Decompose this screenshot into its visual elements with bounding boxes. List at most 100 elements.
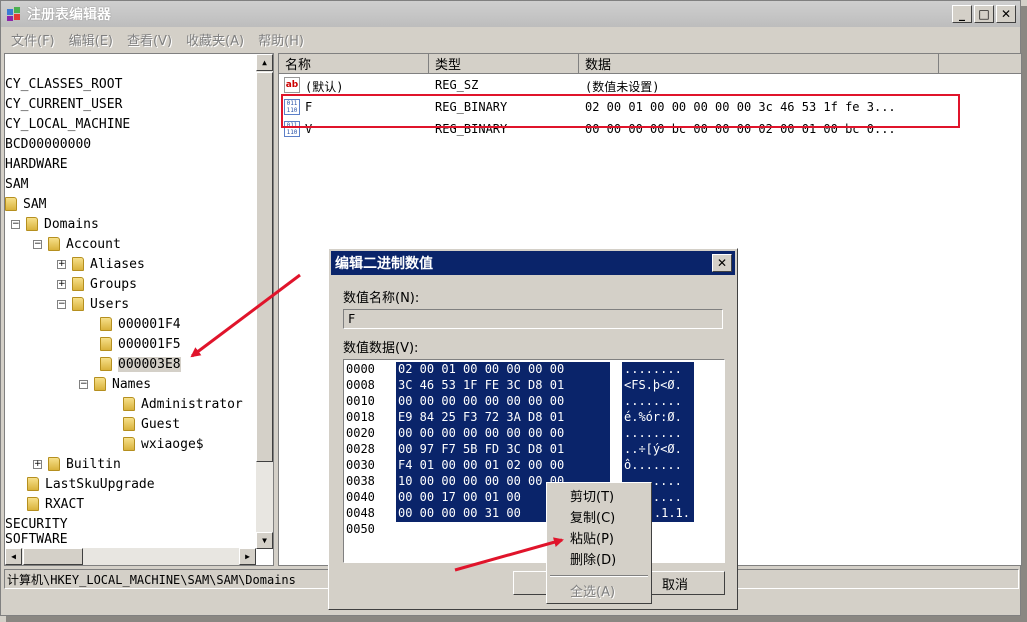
tree-item[interactable]: SAM [5, 194, 46, 214]
close-icon: ✕ [716, 256, 728, 270]
hex-bytes[interactable]: 00 00 00 00 00 00 00 00 [396, 426, 610, 442]
tree-item[interactable]: + Builtin [33, 454, 121, 474]
tree-item-selected[interactable]: 000003E8 [100, 354, 181, 374]
dialog-close-button[interactable]: ✕ [712, 254, 732, 272]
hex-ascii[interactable]: ô....... [622, 458, 694, 474]
tree-item[interactable]: − Users [57, 294, 129, 314]
folder-icon [27, 477, 39, 491]
hex-ascii[interactable]: ..÷[ý<Ø. [622, 442, 694, 458]
menu-item-delete[interactable]: 删除(D) [549, 548, 649, 569]
maximize-button[interactable]: □ [974, 5, 994, 23]
tree-item[interactable]: Administrator [123, 394, 243, 414]
menu-item-copy[interactable]: 复制(C) [549, 506, 649, 527]
menu-item-paste[interactable]: 粘贴(P) [549, 527, 649, 548]
tree-item[interactable]: + Groups [57, 274, 137, 294]
hex-ascii[interactable]: ........ [622, 362, 694, 378]
folder-icon [26, 217, 38, 231]
tree-item[interactable]: − Account [33, 234, 121, 254]
tree-item[interactable]: RXACT [27, 494, 84, 514]
menu-view[interactable]: 查看(V) [121, 30, 180, 49]
hex-editor[interactable]: 0000 02 00 01 00 00 00 00 00 ........ 00… [343, 359, 725, 563]
folder-icon [72, 297, 84, 311]
folder-icon [100, 357, 112, 371]
hex-offset: 0040 [346, 490, 375, 504]
registry-app-icon [5, 5, 23, 23]
column-header-name[interactable]: 名称 [279, 54, 429, 74]
tree-item[interactable]: 000001F5 [100, 334, 181, 354]
hex-offset: 0010 [346, 394, 375, 408]
collapse-icon[interactable]: − [57, 299, 66, 309]
menu-bar: 文件(F) 编辑(E) 查看(V) 收藏夹(A) 帮助(H) [1, 28, 1020, 50]
menu-item-select-all[interactable]: 全选(A) [549, 580, 649, 601]
edit-binary-dialog: 编辑二进制数值 ✕ 数值名称(N): F 数值数据(V): 0000 02 00… [328, 248, 738, 610]
scroll-thumb[interactable] [23, 548, 83, 565]
collapse-icon[interactable]: − [33, 239, 42, 249]
hex-bytes[interactable]: 3C 46 53 1F FE 3C D8 01 [396, 378, 610, 394]
hex-bytes[interactable]: F4 01 00 00 01 02 00 00 [396, 458, 610, 474]
scroll-thumb[interactable] [256, 72, 273, 462]
close-button[interactable]: ✕ [996, 5, 1016, 23]
hex-offset: 0008 [346, 378, 375, 392]
hex-bytes[interactable]: 02 00 01 00 00 00 00 00 [396, 362, 610, 378]
value-name: (默认) [305, 80, 344, 94]
hex-bytes[interactable]: 00 00 00 00 00 00 00 00 [396, 394, 610, 410]
annotation-highlight-box [281, 94, 960, 128]
tree-item[interactable]: wxiaoge$ [123, 434, 204, 454]
hex-ascii[interactable]: <FS.þ<Ø. [622, 378, 694, 394]
list-row[interactable]: ab (默认) REG_SZ (数值未设置) [279, 75, 1021, 95]
tree-item[interactable]: − Names [79, 374, 151, 394]
menu-edit[interactable]: 编辑(E) [63, 30, 121, 49]
menu-favorites[interactable]: 收藏夹(A) [180, 30, 252, 49]
tree-item[interactable]: − Domains [11, 214, 99, 234]
scroll-up-button[interactable]: ▲ [256, 54, 273, 71]
key-tree-pane[interactable]: CY_CLASSES_ROOT CY_CURRENT_USER CY_LOCAL… [4, 53, 274, 566]
title-bar[interactable]: 注册表编辑器 _ □ ✕ [1, 1, 1020, 27]
tree-item[interactable]: 000001F4 [100, 314, 181, 334]
menu-file[interactable]: 文件(F) [5, 30, 63, 49]
expand-icon[interactable]: + [57, 279, 66, 289]
scroll-left-button[interactable]: ◀ [5, 548, 22, 565]
column-header-data[interactable]: 数据 [579, 54, 939, 74]
collapse-icon[interactable]: − [11, 219, 20, 229]
column-header-type[interactable]: 类型 [429, 54, 579, 74]
hex-bytes[interactable]: E9 84 25 F3 72 3A D8 01 [396, 410, 610, 426]
dialog-title-bar[interactable]: 编辑二进制数值 ✕ [331, 251, 735, 275]
scroll-right-button[interactable]: ▶ [239, 548, 256, 565]
tree-item[interactable]: CY_CLASSES_ROOT [5, 74, 122, 94]
window-title: 注册表编辑器 [27, 7, 111, 23]
folder-icon [94, 377, 106, 391]
minimize-button[interactable]: _ [952, 5, 972, 23]
hex-offset: 0038 [346, 474, 375, 488]
folder-icon [48, 237, 60, 251]
tree-item[interactable]: HARDWARE [5, 154, 68, 174]
menu-item-cut[interactable]: 剪切(T) [549, 485, 649, 506]
collapse-icon[interactable]: − [79, 379, 88, 389]
tree-item[interactable]: BCD00000000 [5, 134, 91, 154]
hex-ascii[interactable]: é.%ór:Ø. [622, 410, 694, 426]
arrow-up-icon: ▲ [262, 58, 267, 67]
tree-item[interactable]: CY_LOCAL_MACHINE [5, 114, 130, 134]
arrow-down-icon: ▼ [262, 536, 267, 545]
tree-item[interactable]: LastSkuUpgrade [27, 474, 155, 494]
tree-item[interactable]: SOFTWARE [5, 532, 68, 546]
folder-icon [123, 417, 135, 431]
caption-buttons: _ □ ✕ [952, 5, 1016, 23]
hex-bytes[interactable]: 00 97 F7 5B FD 3C D8 01 [396, 442, 610, 458]
hex-ascii[interactable]: ........ [622, 426, 694, 442]
tree-item[interactable]: Guest [123, 414, 180, 434]
hex-offset: 0050 [346, 522, 375, 536]
tree-horizontal-scrollbar[interactable]: ◀ ▶ [5, 548, 256, 565]
hex-ascii[interactable]: ........ [622, 394, 694, 410]
tree-item[interactable]: SAM [5, 174, 28, 194]
expand-icon[interactable]: + [33, 459, 42, 469]
tree-item[interactable]: CY_CURRENT_USER [5, 94, 122, 114]
tree-vertical-scrollbar[interactable]: ▲ ▼ [256, 54, 273, 549]
scroll-down-button[interactable]: ▼ [256, 532, 273, 549]
menu-help[interactable]: 帮助(H) [252, 30, 312, 49]
menu-separator [550, 575, 648, 577]
folder-icon [5, 197, 17, 211]
tree-item[interactable]: + Aliases [57, 254, 145, 274]
tree-item[interactable]: SECURITY [5, 514, 68, 534]
hex-offset: 0018 [346, 410, 375, 424]
expand-icon[interactable]: + [57, 259, 66, 269]
